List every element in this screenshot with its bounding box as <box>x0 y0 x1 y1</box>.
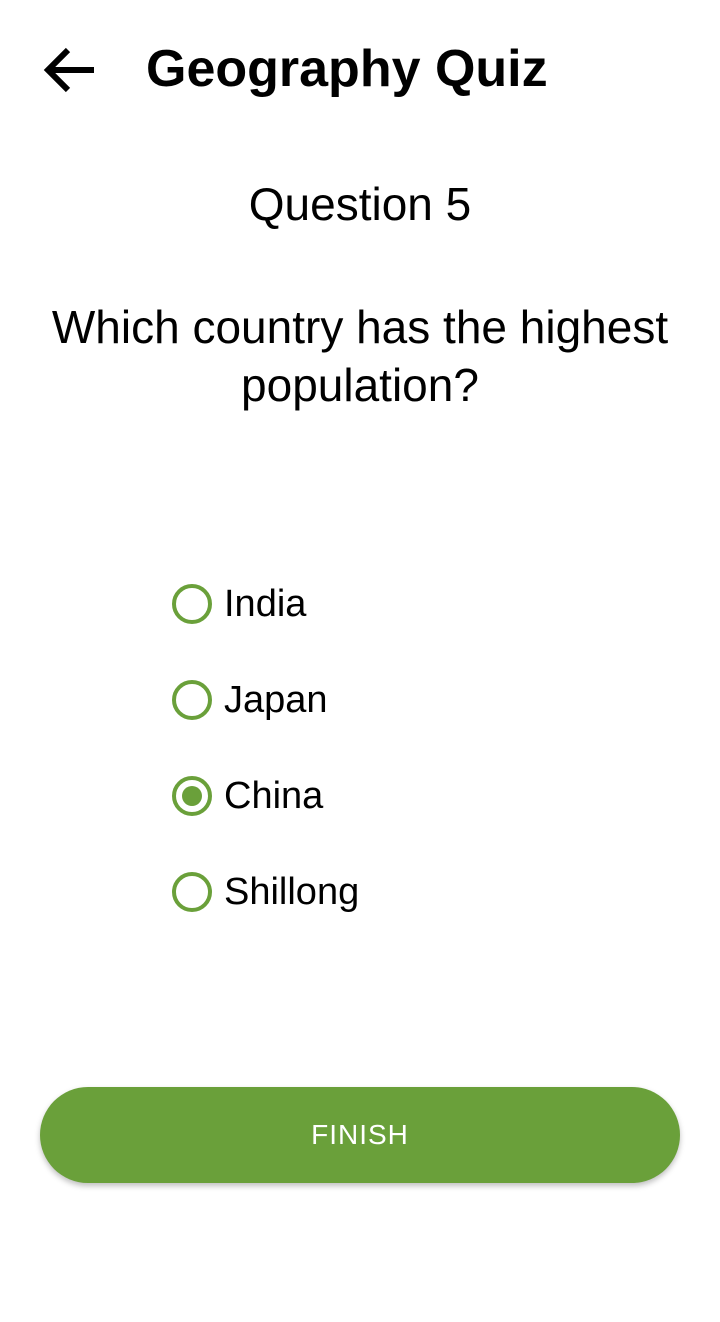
question-number: Question 5 <box>248 178 472 230</box>
option-china[interactable]: China <box>170 748 570 844</box>
radio-button[interactable] <box>172 680 212 720</box>
back-button[interactable] <box>30 30 110 110</box>
page-title: Geography Quiz <box>146 40 548 98</box>
quiz-screen: Geography Quiz Question 5 Which country … <box>0 0 720 1322</box>
option-japan[interactable]: Japan <box>170 652 570 748</box>
option-label: India <box>224 583 307 625</box>
radio-button[interactable] <box>172 776 212 816</box>
arrow-back-icon <box>43 47 94 93</box>
finish-button[interactable]: FINISH <box>40 1087 680 1183</box>
option-label: China <box>224 775 324 817</box>
option-label: Shillong <box>224 871 360 913</box>
radio-button[interactable] <box>172 872 212 912</box>
option-label: Japan <box>224 679 328 721</box>
question-text: Which country has the highest population… <box>51 301 669 411</box>
radio-selected-dot <box>182 786 202 806</box>
radio-button[interactable] <box>172 584 212 624</box>
option-shillong[interactable]: Shillong <box>170 844 570 940</box>
answer-options: India Japan China Shillong <box>170 556 570 940</box>
app-toolbar: Geography Quiz <box>0 0 720 140</box>
option-india[interactable]: India <box>170 556 570 652</box>
